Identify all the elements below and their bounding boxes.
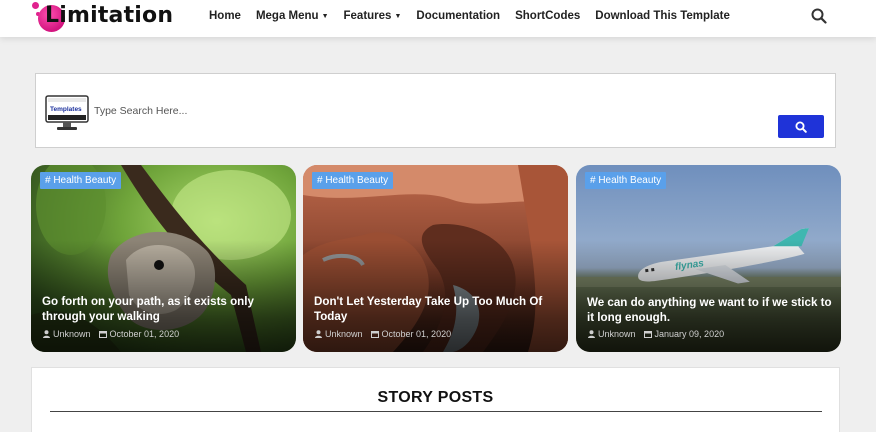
post-date: January 09, 2020 bbox=[643, 329, 724, 339]
post-meta: Unknown October 01, 2020 bbox=[315, 329, 451, 339]
site-header: Limitation Home Mega Menu ▼ Features ▼ Doc… bbox=[0, 0, 876, 37]
logo-text: Limitation bbox=[45, 3, 174, 28]
category-tag[interactable]: # Health Beauty bbox=[585, 172, 667, 189]
post-author: Unknown bbox=[588, 329, 636, 339]
section-title: STORY POSTS bbox=[377, 389, 494, 406]
post-title[interactable]: Go forth on your path, as it exists only… bbox=[42, 294, 287, 324]
templates-logo: Templates bbox=[45, 95, 89, 130]
post-meta: Unknown January 09, 2020 bbox=[588, 329, 724, 339]
story-posts-section: STORY POSTS bbox=[31, 367, 840, 432]
post-title[interactable]: Don't Let Yesterday Take Up Too Much Of … bbox=[314, 294, 559, 324]
post-meta: Unknown October 01, 2020 bbox=[43, 329, 179, 339]
nav-features[interactable]: Features ▼ bbox=[344, 10, 402, 22]
calendar-icon bbox=[98, 331, 107, 338]
main-nav: Home Mega Menu ▼ Features ▼ Documentation … bbox=[209, 0, 730, 32]
post-date: October 01, 2020 bbox=[370, 329, 451, 339]
featured-post-card[interactable]: # Health Beauty Go forth on your path, a… bbox=[31, 165, 296, 352]
nav-home[interactable]: Home bbox=[209, 10, 241, 22]
post-author: Unknown bbox=[43, 329, 91, 339]
category-tag[interactable]: # Health Beauty bbox=[40, 172, 122, 189]
search-icon[interactable] bbox=[811, 8, 827, 24]
post-author: Unknown bbox=[315, 329, 363, 339]
nav-shortcodes[interactable]: ShortCodes bbox=[515, 10, 580, 22]
svg-text:Templates: Templates bbox=[50, 106, 82, 113]
chevron-down-icon: ▼ bbox=[394, 12, 402, 20]
search-icon bbox=[795, 121, 807, 133]
site-logo[interactable]: Limitation bbox=[32, 2, 182, 34]
user-icon bbox=[588, 330, 595, 338]
post-title[interactable]: We can do anything we want to if we stic… bbox=[587, 295, 832, 325]
chevron-down-icon: ▼ bbox=[321, 12, 329, 20]
post-date: October 01, 2020 bbox=[98, 329, 179, 339]
search-input[interactable] bbox=[94, 100, 694, 122]
section-divider bbox=[50, 411, 822, 412]
nav-mega-menu[interactable]: Mega Menu ▼ bbox=[256, 10, 329, 22]
calendar-icon bbox=[370, 331, 379, 338]
featured-post-card[interactable]: flynas # Health Beauty We can do anythin… bbox=[576, 165, 841, 352]
user-icon bbox=[315, 330, 322, 338]
user-icon bbox=[43, 330, 50, 338]
featured-post-card[interactable]: # Health Beauty Don't Let Yesterday Take… bbox=[303, 165, 568, 352]
calendar-icon bbox=[643, 331, 652, 338]
search-button[interactable] bbox=[778, 115, 824, 138]
category-tag[interactable]: # Health Beauty bbox=[312, 172, 394, 189]
nav-documentation[interactable]: Documentation bbox=[416, 10, 500, 22]
logo-splash-dot bbox=[32, 2, 39, 9]
nav-download-template[interactable]: Download This Template bbox=[595, 10, 730, 22]
search-box: Templates bbox=[35, 73, 836, 148]
